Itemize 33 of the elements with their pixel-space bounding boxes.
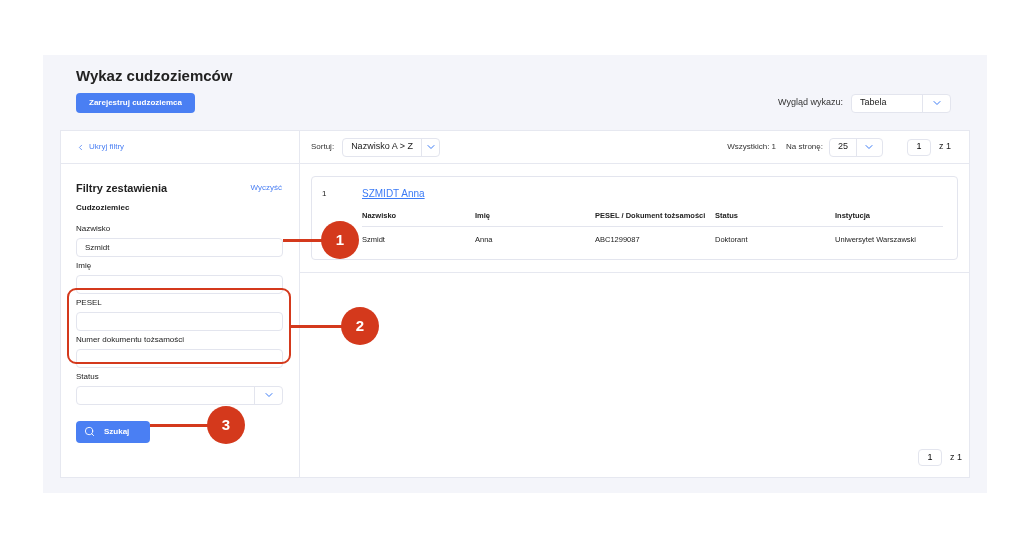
filters-title: Filtry zestawienia: [76, 181, 168, 196]
sort-label: Sortuj:: [311, 141, 335, 153]
chevron-left-icon: [76, 142, 85, 152]
total-count: Wszystkich: 1: [727, 141, 777, 153]
view-dropdown[interactable]: Tabela: [851, 93, 951, 113]
text-field[interactable]: [76, 311, 283, 331]
text-field[interactable]: [76, 348, 283, 368]
hide-filters-link[interactable]: Ukryj filtry: [76, 141, 125, 153]
page-field[interactable]: 1: [918, 449, 942, 466]
page-title: Wykaz cudzoziemców: [76, 66, 234, 84]
field-label: Status: [76, 370, 100, 383]
field-label: Imię: [76, 259, 93, 272]
page-field[interactable]: 1: [907, 138, 931, 156]
text-field[interactable]: [76, 274, 283, 294]
sort-dropdown[interactable]: Nazwisko A > Z: [342, 137, 441, 157]
per-page-dropdown[interactable]: 25: [829, 137, 883, 157]
search-icon: [84, 426, 95, 437]
register-button[interactable]: Zarejestruj cudzoziemca: [76, 93, 195, 113]
field-label: Numer dokumentu tożsamości: [76, 333, 186, 346]
field-label: Nazwisko: [76, 222, 112, 235]
text-field[interactable]: Szmidt: [76, 237, 283, 257]
person-link[interactable]: SZMIDT Anna: [362, 186, 425, 201]
field-label: PESEL: [76, 296, 103, 309]
page-count: z 1: [939, 140, 951, 154]
clear-link[interactable]: Wyczyść: [250, 182, 284, 195]
page-count: z 1: [950, 450, 962, 464]
search-button[interactable]: Szukaj: [76, 420, 150, 443]
view-label: Wygląd wykazu:: [778, 96, 843, 110]
section-heading: Cudzoziemiec: [76, 201, 131, 214]
per-page-label: Na stronę:: [786, 141, 823, 153]
row-number: 1: [322, 187, 328, 200]
leader-line: [150, 424, 208, 427]
leader-line: [291, 325, 343, 328]
